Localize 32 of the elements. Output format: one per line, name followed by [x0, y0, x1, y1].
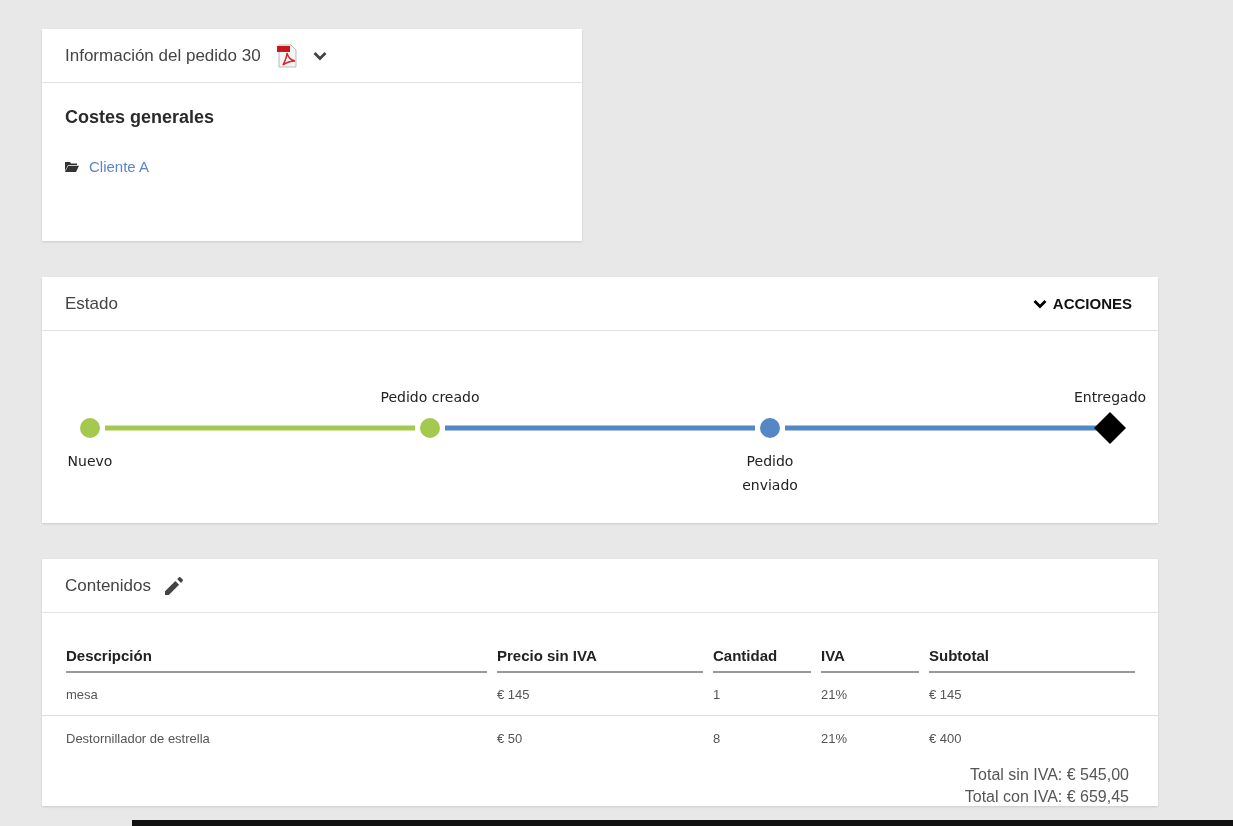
chevron-down-icon[interactable]	[312, 50, 327, 61]
stage-label: Pedido creado	[380, 389, 480, 405]
column-header: Descripción	[66, 647, 487, 673]
column-header: IVA	[821, 647, 919, 673]
card-title: Contenidos	[65, 575, 151, 596]
section-title: Costes generales	[65, 107, 216, 128]
table-cell-text: € 145	[497, 686, 531, 702]
table-cell-text: € 50	[497, 730, 524, 746]
table-cell-text: € 400	[929, 730, 963, 746]
pdf-icon[interactable]	[274, 43, 299, 68]
client-link[interactable]: Cliente A	[89, 158, 150, 175]
table-cell-text: Destornillador de estrella	[66, 730, 211, 746]
card-title: Información del pedido 30	[65, 45, 261, 66]
table-cell-text: 21%	[821, 730, 849, 746]
stage-label: Nuevo	[67, 453, 113, 469]
pencil-icon[interactable]	[165, 576, 183, 595]
table-cell-text: 21%	[821, 686, 849, 702]
column-header: Precio sin IVA	[497, 647, 703, 673]
total-text: Total sin IVA: € 545,00	[970, 766, 1129, 784]
table-cell-text: 1	[713, 686, 722, 702]
stage-label: Pedido enviado	[742, 453, 798, 493]
table-cell-text: mesa	[66, 686, 99, 702]
card-title: Estado	[65, 293, 118, 314]
table-cell-text: 8	[713, 730, 722, 746]
column-header: Subtotal	[929, 647, 1135, 673]
actions-button[interactable]: ACCIONES	[1032, 295, 1132, 312]
table-cell-text: € 145	[929, 686, 963, 702]
caret-icon	[1032, 298, 1047, 309]
stage-label: Entregado	[1073, 389, 1147, 405]
column-header: Cantidad	[713, 647, 811, 673]
folder-icon	[65, 161, 79, 172]
total-text: Total con IVA: € 659,45	[964, 788, 1129, 806]
